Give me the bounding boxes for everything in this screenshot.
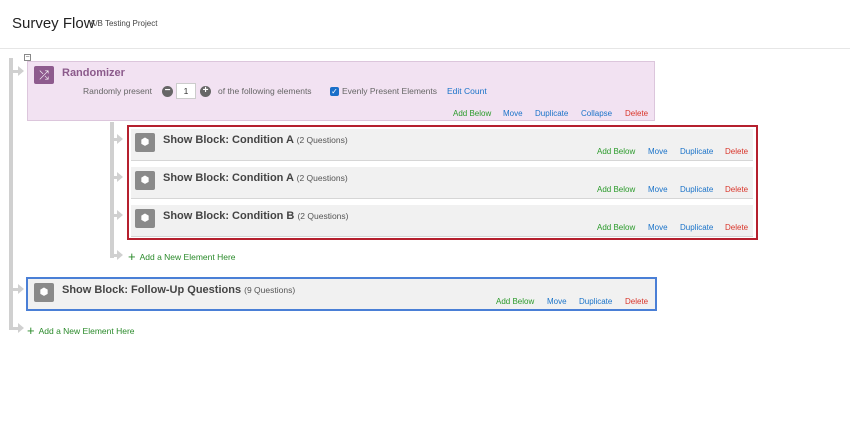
move-link[interactable]: Move xyxy=(503,109,523,118)
duplicate-link[interactable]: Duplicate xyxy=(579,297,612,306)
arrow-icon xyxy=(117,250,123,260)
plus-icon: + xyxy=(27,323,35,338)
block-title: Show Block: Condition A (2 Questions) xyxy=(163,172,348,184)
plus-icon: + xyxy=(128,249,136,264)
nested-flow-line xyxy=(110,122,114,258)
question-count: (2 Questions) xyxy=(296,135,348,145)
decrement-button[interactable]: − xyxy=(162,86,173,97)
block-title: Show Block: Condition B (2 Questions) xyxy=(163,210,348,222)
add-below-link[interactable]: Add Below xyxy=(453,109,491,118)
add-element-label: Add a New Element Here xyxy=(38,326,135,336)
add-below-link[interactable]: Add Below xyxy=(597,185,635,194)
block-title-text: Show Block: Condition A xyxy=(163,134,294,146)
delete-link[interactable]: Delete xyxy=(725,223,748,232)
project-name: A/B Testing Project xyxy=(90,19,158,28)
question-count: (9 Questions) xyxy=(244,285,296,295)
evenly-present-checkbox[interactable]: ✓ xyxy=(330,87,339,96)
block-title-text: Show Block: Condition A xyxy=(163,172,294,184)
add-element-nested-button[interactable]: + Add a New Element Here xyxy=(128,249,236,264)
block-icon: ⬢ xyxy=(135,209,155,228)
add-element-label: Add a New Element Here xyxy=(139,252,236,262)
collapse-link[interactable]: Collapse xyxy=(581,109,612,118)
arrow-icon xyxy=(117,210,123,220)
block-icon: ⬢ xyxy=(34,283,54,302)
randomizer-title: Randomizer xyxy=(62,67,125,79)
question-count: (2 Questions) xyxy=(297,211,349,221)
header-divider xyxy=(0,48,850,49)
page-title: Survey Flow xyxy=(12,15,95,32)
arrow-icon xyxy=(117,134,123,144)
block-icon: ⬢ xyxy=(135,171,155,190)
following-elements-label: of the following elements xyxy=(218,86,312,96)
delete-link[interactable]: Delete xyxy=(625,297,648,306)
block-title-text: Show Block: Condition B xyxy=(163,210,295,222)
duplicate-link[interactable]: Duplicate xyxy=(535,109,568,118)
delete-link[interactable]: Delete xyxy=(625,109,648,118)
block-icon: ⬢ xyxy=(135,133,155,152)
block-title-text: Show Block: Follow-Up Questions xyxy=(62,284,242,296)
move-link[interactable]: Move xyxy=(648,147,668,156)
shuffle-icon: ⤮ xyxy=(34,66,54,84)
duplicate-link[interactable]: Duplicate xyxy=(680,185,713,194)
duplicate-link[interactable]: Duplicate xyxy=(680,223,713,232)
evenly-present-label: Evenly Present Elements xyxy=(342,86,437,96)
arrow-icon xyxy=(117,172,123,182)
increment-button[interactable]: + xyxy=(200,86,211,97)
arrow-icon xyxy=(18,66,24,76)
move-link[interactable]: Move xyxy=(648,223,668,232)
block-title: Show Block: Condition A (2 Questions) xyxy=(163,134,348,146)
arrow-icon xyxy=(18,323,24,333)
move-link[interactable]: Move xyxy=(648,185,668,194)
randomly-present-label: Randomly present xyxy=(83,86,152,96)
question-count: (2 Questions) xyxy=(296,173,348,183)
arrow-icon xyxy=(18,284,24,294)
delete-link[interactable]: Delete xyxy=(725,147,748,156)
edit-count-link[interactable]: Edit Count xyxy=(447,86,487,96)
add-below-link[interactable]: Add Below xyxy=(496,297,534,306)
duplicate-link[interactable]: Duplicate xyxy=(680,147,713,156)
delete-link[interactable]: Delete xyxy=(725,185,748,194)
count-input[interactable]: 1 xyxy=(176,83,196,99)
add-below-link[interactable]: Add Below xyxy=(597,147,635,156)
move-link[interactable]: Move xyxy=(547,297,567,306)
collapse-toggle-icon[interactable]: − xyxy=(24,54,31,61)
add-below-link[interactable]: Add Below xyxy=(597,223,635,232)
add-element-button[interactable]: + Add a New Element Here xyxy=(27,323,135,338)
block-title: Show Block: Follow-Up Questions (9 Quest… xyxy=(62,284,295,296)
